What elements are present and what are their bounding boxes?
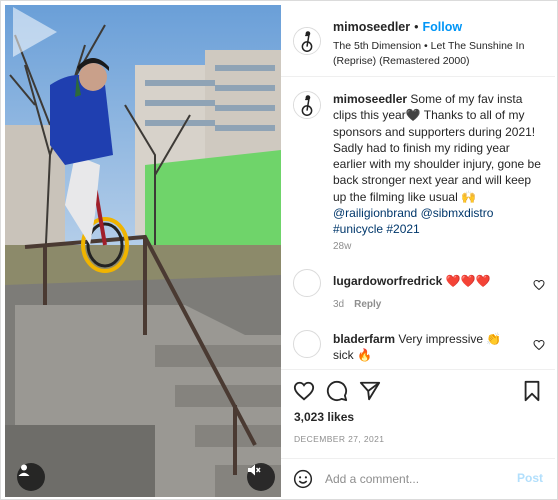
caption-mentions[interactable]: @railigionbrand @sibmxdistro — [333, 206, 493, 220]
comments-section[interactable]: mimoseedler Some of my fav insta clips t… — [281, 77, 555, 369]
post-comment-button[interactable]: Post — [517, 471, 543, 485]
avatar-image — [294, 28, 320, 54]
avatar[interactable] — [293, 27, 321, 55]
comment-like-heart-icon[interactable] — [533, 339, 545, 351]
avatar[interactable] — [293, 91, 321, 119]
post-details-panel: mimoseedler • Follow The 5th Dimension • L… — [281, 5, 555, 497]
comment: bladerfarm Very impressive 👏 sick 🔥 — [333, 331, 523, 363]
add-comment-bar: Post — [281, 458, 555, 498]
comment-meta: 3d Reply — [333, 299, 381, 310]
avatar[interactable] — [293, 269, 321, 297]
play-icon[interactable] — [5, 5, 59, 59]
avatar[interactable] — [293, 330, 321, 358]
smiley-icon[interactable] — [293, 469, 313, 489]
post-video[interactable] — [5, 5, 281, 497]
avatar-image — [294, 92, 320, 118]
header-user-line: mimoseedler • Follow — [333, 20, 462, 34]
post-caption: mimoseedler Some of my fav insta clips t… — [333, 91, 545, 238]
post-dialog: mimoseedler • Follow The 5th Dimension • L… — [0, 0, 558, 500]
user-icon — [18, 464, 30, 476]
comment-like-heart-icon[interactable] — [533, 279, 545, 291]
reply-button[interactable]: Reply — [354, 299, 381, 310]
comment-input[interactable] — [325, 469, 495, 489]
follow-button[interactable]: Follow — [423, 20, 463, 34]
paper-plane-icon[interactable] — [359, 380, 381, 402]
bookmark-icon[interactable] — [521, 380, 543, 402]
user-tag-button[interactable] — [17, 463, 45, 491]
post-date[interactable]: DECEMBER 27, 2021 — [294, 434, 384, 444]
caption-username[interactable]: mimoseedler — [333, 92, 407, 106]
caption-text: Some of my fav insta clips this year🖤 Th… — [333, 92, 541, 204]
comment-text: ❤️❤️❤️ — [445, 274, 491, 288]
caption-time[interactable]: 28w — [333, 241, 351, 252]
heart-icon[interactable] — [293, 380, 315, 402]
comment-username[interactable]: bladerfarm — [333, 332, 395, 346]
caption-hashtags[interactable]: #unicycle #2021 — [333, 222, 420, 236]
mute-button[interactable] — [247, 463, 275, 491]
post-header: mimoseedler • Follow The 5th Dimension • L… — [281, 5, 555, 77]
likes-count[interactable]: 3,023 likes — [294, 410, 354, 424]
username[interactable]: mimoseedler — [333, 20, 410, 34]
comment: lugardoworfredrick ❤️❤️❤️ — [333, 273, 523, 289]
audio-track[interactable]: The 5th Dimension • Let The Sunshine In … — [333, 39, 545, 69]
comment-icon[interactable] — [326, 380, 348, 402]
speaker-muted-icon — [248, 464, 261, 476]
video-frame-image — [5, 5, 281, 497]
comment-username[interactable]: lugardoworfredrick — [333, 274, 442, 288]
separator-dot: • — [414, 20, 419, 34]
post-actions: 3,023 likes DECEMBER 27, 2021 Post — [281, 369, 555, 499]
comment-time[interactable]: 3d — [333, 299, 344, 310]
